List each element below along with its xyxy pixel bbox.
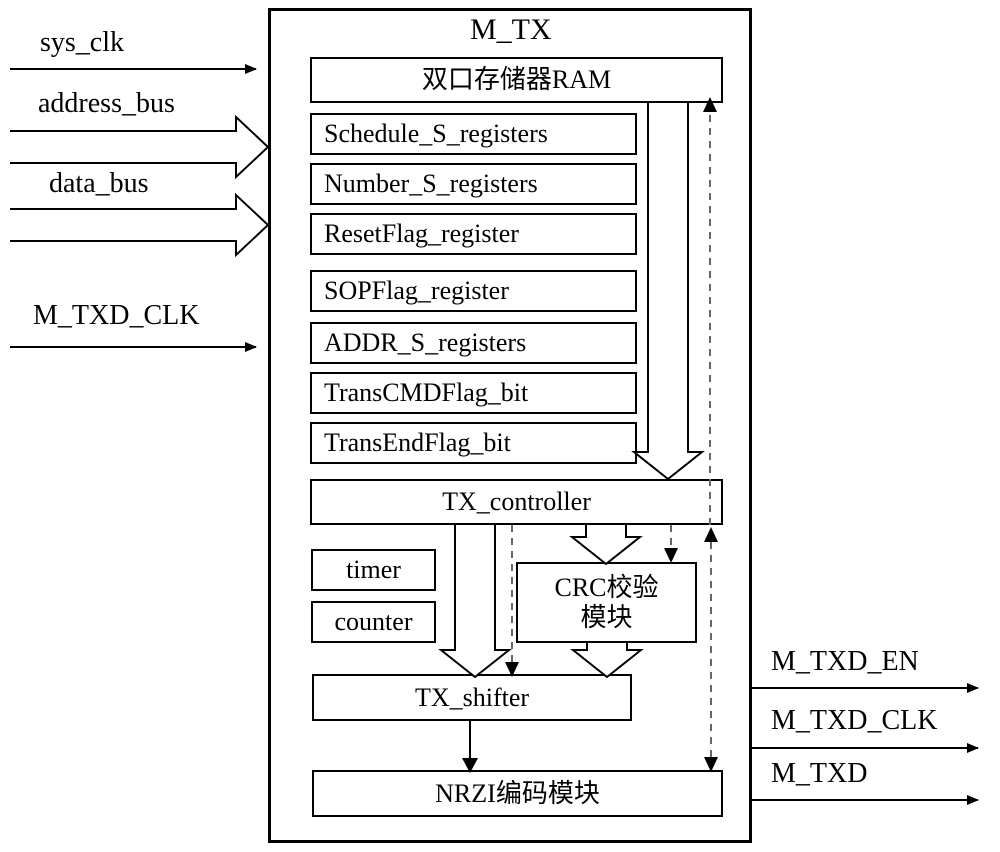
arrow-registers-to-tx-controller [631,103,705,481]
arrow-tx-shifter-to-nrzi [462,721,478,773]
arrow-tx-controller-to-tx-shifter [438,525,512,679]
arrow-nrzi-to-tx-controller-dashed [704,527,718,772]
output-label-m-txd: M_TXD [771,758,868,789]
input-label-sys-clk: sys_clk [40,27,124,58]
output-label-m-txd-clk: M_TXD_CLK [771,705,938,736]
block-diagram-canvas: M_TX 双口存储器RAM Schedule_S_registers Numbe… [0,0,1000,852]
arrow-tx-controller-to-tx-shifter-dashed [505,525,519,677]
arrow-data-bus [10,192,270,258]
arrow-crc-to-tx-shifter [570,643,644,679]
output-label-m-txd-en: M_TXD_EN [771,646,919,677]
input-label-data-bus: data_bus [49,168,149,199]
input-label-m-txd-clk: M_TXD_CLK [33,300,200,331]
arrow-tx-controller-to-ram-dashed [703,97,717,525]
arrow-tx-controller-to-crc [569,525,643,566]
input-label-address-bus: address_bus [38,88,175,119]
arrow-crc-control-dashed [664,525,678,563]
